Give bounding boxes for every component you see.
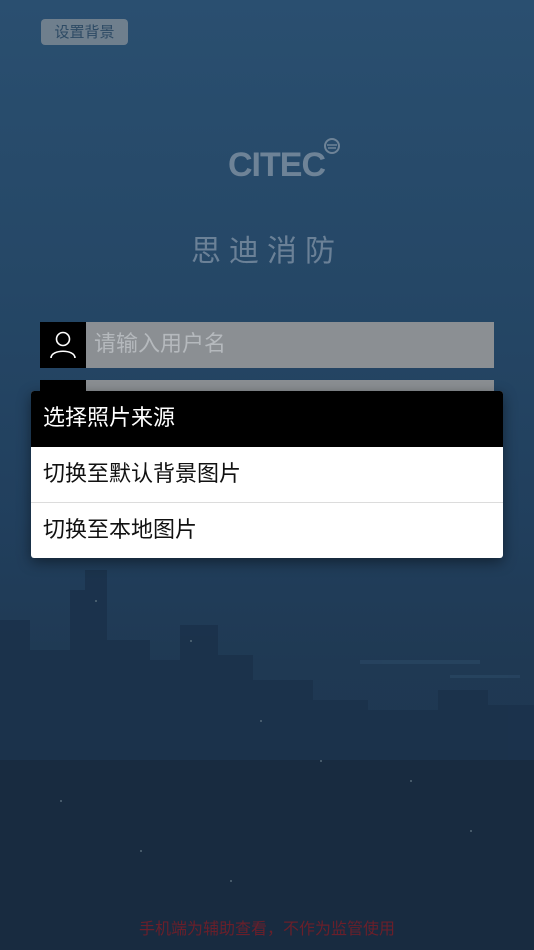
citec-logo: CITEC: [228, 138, 340, 184]
svg-text:CITEC: CITEC: [228, 146, 325, 184]
set-background-button[interactable]: 设置背景: [41, 19, 128, 45]
username-field[interactable]: 请输入用户名: [40, 322, 494, 368]
option-local-image[interactable]: 切换至本地图片: [31, 503, 503, 558]
photo-source-dialog: 选择照片来源 切换至默认背景图片 切换至本地图片: [31, 391, 503, 558]
username-input[interactable]: 请输入用户名: [86, 322, 494, 368]
app-name: 思迪消防: [191, 234, 343, 269]
footer-disclaimer: 手机端为辅助查看，不作为监管使用: [138, 919, 395, 938]
option-default-background[interactable]: 切换至默认背景图片: [31, 447, 503, 502]
dialog-title: 选择照片来源: [31, 391, 503, 447]
user-icon: [40, 322, 86, 368]
